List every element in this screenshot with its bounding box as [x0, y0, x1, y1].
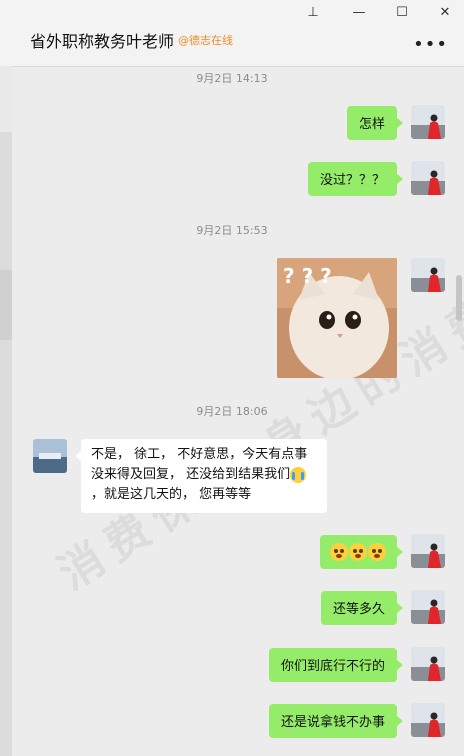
sidebar-edge	[0, 66, 12, 756]
flushed-emoji	[349, 542, 367, 561]
message-bubble-sent[interactable]: 你们到底行不行的	[268, 648, 404, 682]
message-bubble-received[interactable]: 不是， 徐工， 不好意思，今天有点事没来得及回复， 还没给到结果我们 ，就是这几天…	[75, 439, 327, 513]
avatar[interactable]	[411, 105, 445, 139]
maximize-icon[interactable]: ☐	[393, 4, 411, 22]
message-bubble-sent[interactable]: 还是说拿钱不办事	[268, 704, 404, 738]
chat-header: 省外职称教务叶老师 @德志在线 •••	[0, 26, 464, 67]
avatar-contact[interactable]	[33, 439, 67, 473]
message-text: ，就是这几天的， 您再等等	[91, 487, 252, 502]
timestamp: 9月2日 14:13	[196, 72, 268, 85]
flushed-emoji	[330, 542, 348, 561]
image-message-cat[interactable]: ? ? ?	[277, 258, 397, 378]
message-list[interactable]: 消费保 您身边的消费 9月2日 14:13 怎样 没过？？？ 9月2日 15:5…	[12, 67, 464, 756]
avatar[interactable]	[411, 590, 445, 624]
message-bubble-sent-emoji[interactable]	[320, 535, 403, 569]
message-text: 不是， 徐工， 不好意思，今天有点事没来得及回复， 还没给到结果我们	[91, 447, 308, 482]
pin-icon[interactable]: ⊥	[304, 4, 322, 22]
avatar[interactable]	[411, 534, 445, 568]
avatar[interactable]	[411, 258, 445, 292]
scrollbar-thumb[interactable]	[456, 275, 462, 321]
timestamp: 9月2日 18:06	[196, 405, 268, 418]
message-bubble-sent[interactable]: 还等多久	[320, 591, 404, 625]
timestamp: 9月2日 15:53	[196, 224, 268, 237]
chat-title: 省外职称教务叶老师	[30, 32, 175, 51]
avatar[interactable]	[411, 647, 445, 681]
title-bar: ⊥ — ☐ ✕	[0, 0, 464, 26]
message-bubble-sent[interactable]: 没过？？？	[307, 162, 404, 196]
message-bubble-sent[interactable]: 怎样	[346, 106, 404, 140]
image-overlay-text: ? ? ?	[283, 264, 332, 288]
close-icon[interactable]: ✕	[436, 4, 454, 22]
more-icon[interactable]: •••	[413, 34, 448, 55]
avatar[interactable]	[411, 161, 445, 195]
contact-source-tag: @德志在线	[178, 34, 233, 47]
flushed-emoji	[368, 542, 386, 561]
crying-emoji	[290, 466, 307, 483]
avatar[interactable]	[411, 703, 445, 737]
sidebar-edge-segment	[0, 66, 12, 132]
sidebar-edge-segment	[0, 270, 12, 340]
minimize-icon[interactable]: —	[350, 4, 368, 22]
